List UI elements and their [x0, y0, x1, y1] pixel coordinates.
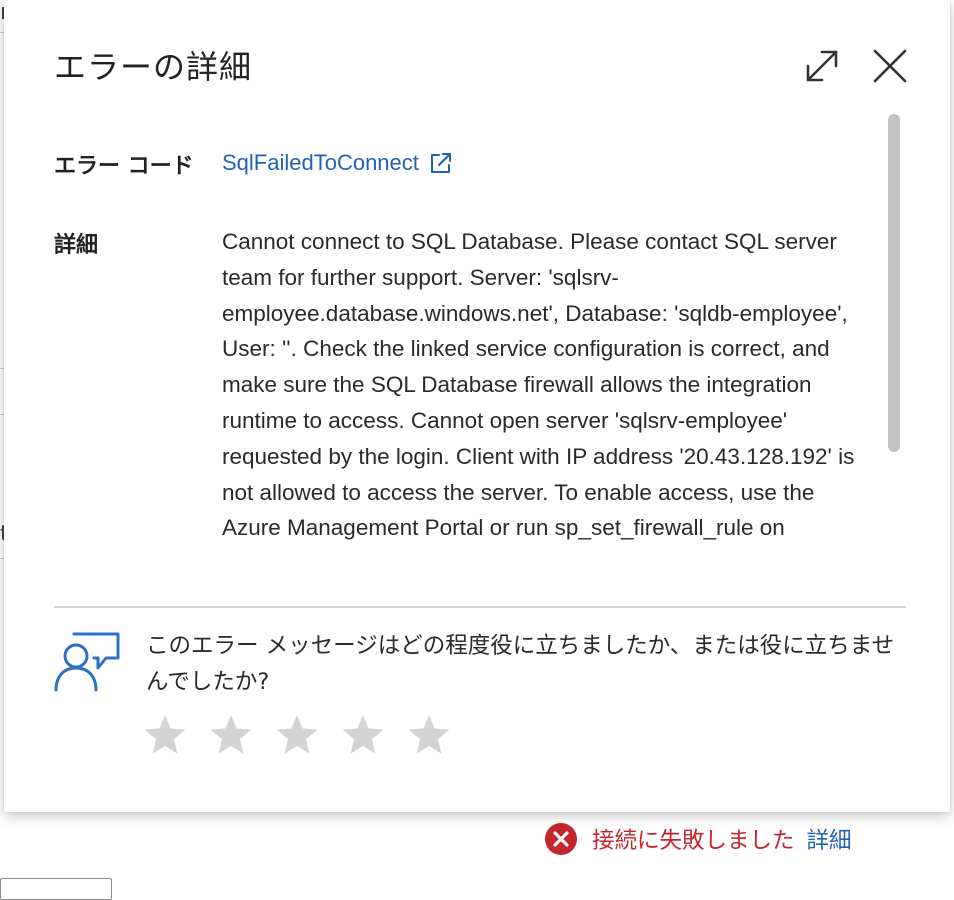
expand-button[interactable] — [800, 44, 844, 88]
dialog-title: エラーの詳細 — [54, 48, 253, 86]
close-x-icon — [873, 49, 907, 83]
star-icon[interactable] — [340, 712, 386, 758]
star-icon[interactable] — [274, 712, 320, 758]
error-details-dialog: エラーの詳細 エラー コード SqlFailedToConnect 詳細 Can… — [4, 0, 950, 812]
background-input — [0, 878, 112, 900]
expand-diagonal-arrows-icon — [806, 50, 838, 82]
scrollbar-thumb[interactable] — [888, 114, 900, 452]
section-divider — [54, 606, 906, 608]
error-details-text: Cannot connect to SQL Database. Please c… — [222, 229, 855, 541]
error-code-label: エラー コード — [54, 154, 194, 179]
star-icon[interactable] — [406, 712, 452, 758]
status-message: 接続に失敗しました — [592, 828, 795, 854]
error-content-scroll-area[interactable]: エラー コード SqlFailedToConnect 詳細 Cannot con… — [54, 106, 884, 582]
connection-status: 接続に失敗しました 詳細 — [544, 822, 852, 856]
rating-stars — [142, 712, 452, 758]
person-feedback-icon — [54, 632, 120, 692]
error-code-value: SqlFailedToConnect — [222, 150, 419, 175]
star-icon[interactable] — [142, 712, 188, 758]
external-link-icon — [430, 153, 451, 173]
error-circle-icon — [545, 823, 577, 855]
feedback-question: このエラー メッセージはどの程度役に立ちましたか、または役に立ちませんでしたか? — [146, 633, 895, 695]
details-label: 詳細 — [54, 233, 99, 258]
star-icon[interactable] — [208, 712, 254, 758]
close-button[interactable] — [868, 44, 912, 88]
status-details-link[interactable]: 詳細 — [807, 823, 852, 855]
error-code-link[interactable]: SqlFailedToConnect — [222, 150, 453, 176]
